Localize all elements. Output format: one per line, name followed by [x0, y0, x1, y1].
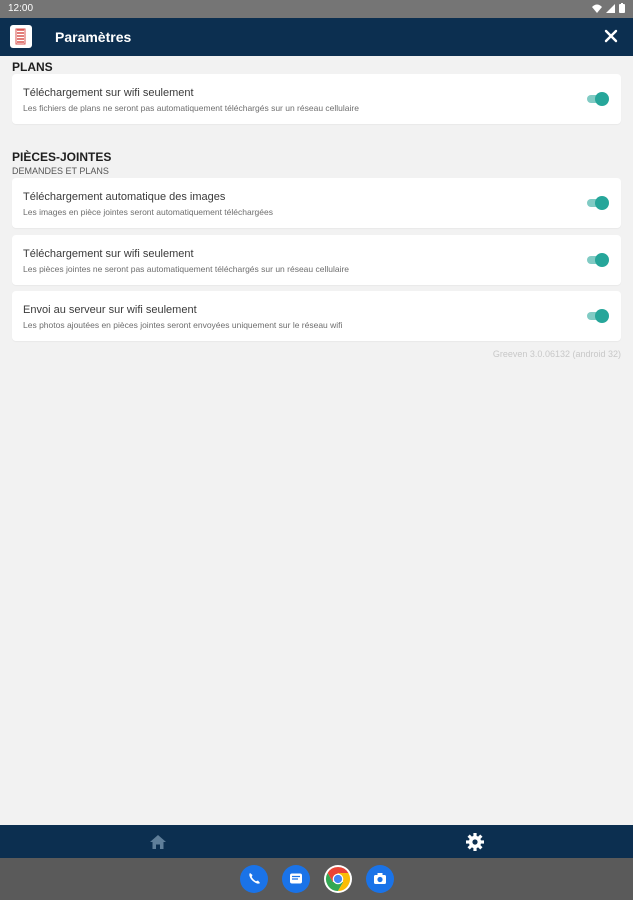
close-icon [604, 29, 618, 43]
wifi-only-attachments-toggle[interactable] [585, 253, 609, 267]
home-button[interactable] [147, 831, 169, 853]
section-title-plans: PLANS [12, 60, 53, 74]
setting-description: Les photos ajoutées en pièces jointes se… [23, 320, 343, 330]
app-logo-icon [10, 25, 32, 48]
android-dock [0, 858, 633, 900]
settings-button[interactable] [464, 831, 486, 853]
setting-title: Envoi au serveur sur wifi seulement [23, 304, 197, 316]
setting-title: Téléchargement automatique des images [23, 191, 226, 203]
setting-description: Les fichiers de plans ne seront pas auto… [23, 103, 359, 113]
setting-card: Envoi au serveur sur wifi seulement Les … [12, 291, 621, 341]
camera-app-icon[interactable] [366, 865, 394, 893]
setting-card: Téléchargement sur wifi seulement Les fi… [12, 74, 621, 124]
close-button[interactable] [601, 26, 621, 46]
app-bar: Paramètres [0, 18, 633, 56]
page-title: Paramètres [55, 29, 132, 45]
messages-app-icon[interactable] [282, 865, 310, 893]
setting-title: Téléchargement sur wifi seulement [23, 248, 194, 260]
status-bar: 12:00 [0, 0, 633, 18]
wifi-only-plans-toggle[interactable] [585, 92, 609, 106]
chrome-app-icon[interactable] [324, 865, 352, 893]
section-subtitle: DEMANDES ET PLANS [12, 166, 109, 176]
gear-icon [466, 833, 484, 851]
setting-title: Téléchargement sur wifi seulement [23, 87, 194, 99]
phone-app-icon[interactable] [240, 865, 268, 893]
setting-card: Téléchargement automatique des images Le… [12, 178, 621, 228]
bottom-nav [0, 825, 633, 858]
status-time: 12:00 [8, 3, 34, 14]
home-icon [150, 835, 166, 849]
wifi-icon [592, 4, 602, 13]
setting-description: Les pièces jointes ne seront pas automat… [23, 264, 350, 274]
signal-icon [606, 3, 615, 13]
setting-description: Les images en pièce jointes seront autom… [23, 207, 273, 217]
version-label: Greeven 3.0.06132 (android 32) [492, 349, 621, 359]
section-title-attachments: PIÈCES-JOINTES [12, 150, 112, 164]
upload-wifi-only-toggle[interactable] [585, 309, 609, 323]
status-icons [592, 3, 625, 13]
battery-icon [619, 3, 625, 13]
setting-card: Téléchargement sur wifi seulement Les pi… [12, 235, 621, 285]
auto-download-images-toggle[interactable] [585, 196, 609, 210]
